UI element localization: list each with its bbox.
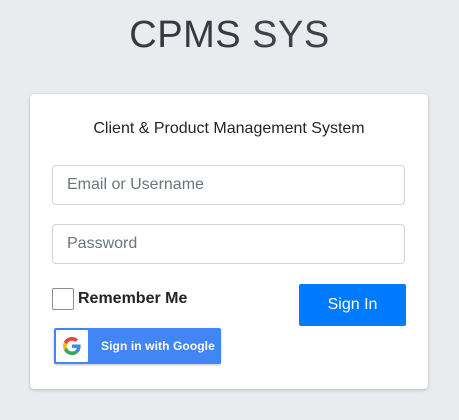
- logo-bold-text: CPMS: [129, 14, 242, 56]
- google-sign-in-label: Sign in with Google: [101, 339, 215, 353]
- sign-in-button[interactable]: Sign In: [299, 284, 406, 326]
- login-card: Client & Product Management System Remem…: [30, 94, 428, 389]
- remember-me-label[interactable]: Remember Me: [78, 290, 187, 308]
- email-username-input[interactable]: [52, 165, 405, 205]
- google-g-icon: [56, 330, 88, 362]
- google-sign-in-button[interactable]: Sign in with Google: [54, 328, 221, 364]
- remember-me-checkbox[interactable]: [52, 288, 74, 310]
- app-logo: CPMS SYS: [0, 14, 459, 57]
- logo-light-text: SYS: [252, 14, 330, 56]
- login-box-message: Client & Product Management System: [93, 120, 365, 137]
- remember-me[interactable]: Remember Me: [52, 286, 187, 312]
- password-input[interactable]: [52, 224, 405, 264]
